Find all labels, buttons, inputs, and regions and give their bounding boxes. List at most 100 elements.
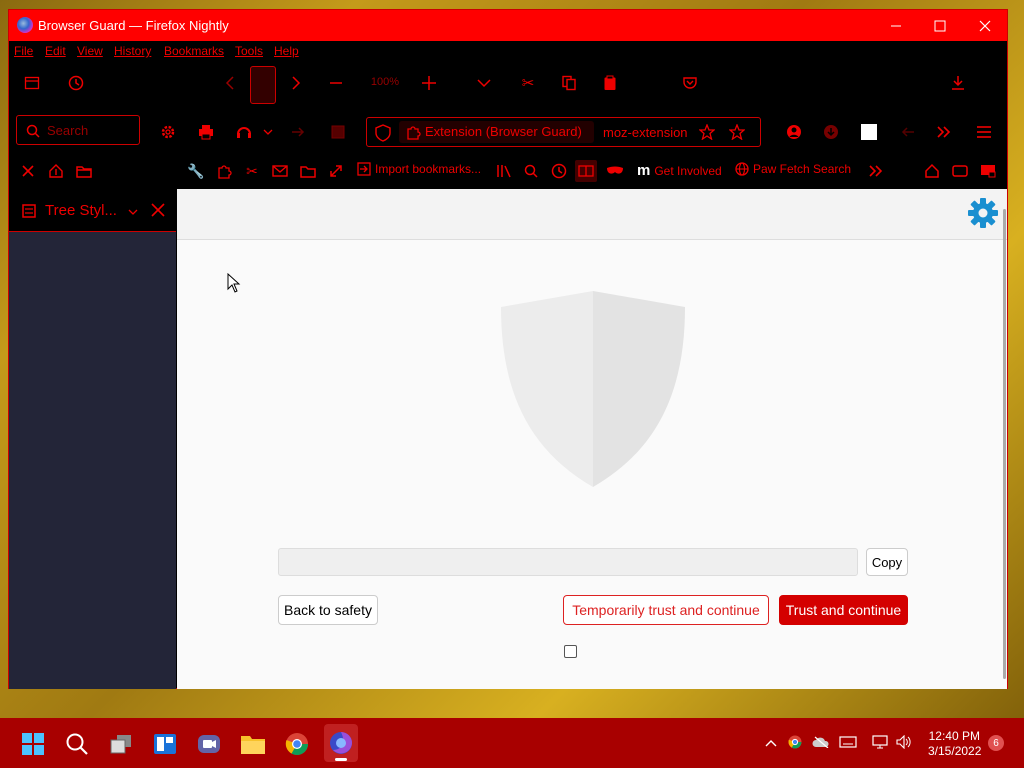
- folder-icon[interactable]: [299, 162, 317, 180]
- menu-tools[interactable]: Tools: [235, 44, 263, 58]
- new-tab-box[interactable]: [250, 66, 276, 104]
- hamburger-menu-icon[interactable]: [975, 123, 993, 141]
- menu-edit[interactable]: Edit: [45, 44, 66, 58]
- scissors-icon[interactable]: ✂: [243, 162, 261, 180]
- clock[interactable]: 12:40 PM 3/15/2022: [928, 729, 982, 759]
- close-icon[interactable]: [19, 162, 37, 180]
- paw-fetch-search-item[interactable]: Paw Fetch Search: [735, 162, 851, 176]
- zoom-out-icon[interactable]: [327, 74, 345, 92]
- minimize-button[interactable]: [873, 10, 919, 41]
- expand-icon[interactable]: [327, 162, 345, 180]
- task-view-icon[interactable]: [108, 731, 134, 757]
- identity-box[interactable]: Extension (Browser Guard): [399, 121, 594, 143]
- menu-file[interactable]: File: [14, 44, 33, 58]
- paste-icon[interactable]: [601, 74, 619, 92]
- chrome-tray-icon[interactable]: [788, 735, 802, 752]
- download-circle-icon[interactable]: [822, 123, 840, 141]
- zoom-in-icon[interactable]: [420, 74, 438, 92]
- maximize-icon: [934, 20, 946, 31]
- scrollbar[interactable]: [1003, 209, 1006, 679]
- chevron-down-icon[interactable]: [262, 126, 274, 138]
- identity-label: Extension (Browser Guard): [425, 124, 582, 139]
- clock-date: 3/15/2022: [928, 744, 982, 758]
- file-explorer-icon[interactable]: [240, 731, 266, 757]
- import-bookmarks-item[interactable]: Import bookmarks...: [357, 162, 481, 176]
- gear-icon[interactable]: [159, 123, 177, 141]
- copy-icon[interactable]: [560, 74, 578, 92]
- mask-icon[interactable]: [606, 162, 624, 180]
- windows-start-icon[interactable]: [20, 731, 46, 757]
- menu-history[interactable]: History: [114, 44, 151, 58]
- pocket-icon[interactable]: [681, 74, 699, 92]
- firefox-nightly-taskbar-icon[interactable]: [324, 724, 358, 762]
- library-icon[interactable]: [495, 162, 513, 180]
- redo-arrow-icon[interactable]: [289, 123, 307, 141]
- menu-bookmarks[interactable]: Bookmarks: [164, 44, 224, 58]
- title-bar: Browser Guard — Firefox Nightly: [9, 10, 1007, 41]
- search-box[interactable]: Search: [16, 115, 140, 145]
- import-icon: [357, 162, 371, 176]
- maximize-button[interactable]: [917, 10, 963, 41]
- back-arrow-icon[interactable]: [221, 74, 239, 92]
- clock-icon[interactable]: [550, 162, 568, 180]
- get-involved-label: Get Involved: [654, 163, 722, 178]
- chevron-up-icon[interactable]: [765, 736, 777, 750]
- settings-gear-icon[interactable]: [967, 197, 999, 234]
- network-icon[interactable]: [872, 735, 888, 752]
- bookmark-star-icon[interactable]: [698, 123, 716, 145]
- screenshot-icon[interactable]: [329, 123, 347, 141]
- teams-chat-icon[interactable]: [196, 731, 222, 757]
- chrome-icon[interactable]: [284, 731, 310, 757]
- notification-badge[interactable]: 6: [988, 735, 1004, 751]
- cut-icon[interactable]: ✂: [519, 74, 537, 92]
- home-upload-icon[interactable]: [47, 162, 65, 180]
- trust-and-continue-button[interactable]: Trust and continue: [779, 595, 908, 625]
- mail-icon[interactable]: [271, 162, 289, 180]
- home-icon[interactable]: [923, 162, 941, 180]
- keyboard-icon[interactable]: [839, 736, 857, 751]
- wrench-icon[interactable]: 🔧: [187, 162, 205, 180]
- puzzle-icon[interactable]: [215, 162, 233, 180]
- overflow-chevrons-icon[interactable]: [867, 162, 885, 180]
- onedrive-icon[interactable]: [812, 736, 830, 751]
- zoom-level[interactable]: 100%: [367, 74, 403, 90]
- search-icon[interactable]: [522, 162, 540, 180]
- active-indicator: [335, 758, 347, 761]
- search-icon[interactable]: [64, 731, 90, 757]
- blocked-url-field[interactable]: [278, 548, 858, 576]
- volume-icon[interactable]: [896, 734, 912, 752]
- forward-arrow-icon[interactable]: [287, 74, 305, 92]
- back-to-safety-button[interactable]: Back to safety: [278, 595, 378, 625]
- copy-button[interactable]: Copy: [866, 548, 908, 576]
- account-icon[interactable]: [785, 123, 803, 141]
- paw-fetch-search-label: Paw Fetch Search: [753, 162, 852, 176]
- menu-help[interactable]: Help: [274, 44, 299, 58]
- sidebar: Tree Styl...: [9, 189, 176, 689]
- close-window-button[interactable]: [962, 10, 1008, 41]
- folder-icon[interactable]: [75, 162, 93, 180]
- remember-checkbox[interactable]: [564, 645, 577, 658]
- sidebar-toggle-icon[interactable]: [23, 74, 41, 92]
- browser-window: Browser Guard — Firefox Nightly File Edi…: [8, 9, 1008, 689]
- container-tab-icon[interactable]: [979, 162, 997, 180]
- url-text[interactable]: moz-extension: [603, 125, 693, 140]
- widgets-icon[interactable]: [152, 731, 178, 757]
- headphones-icon[interactable]: [235, 123, 253, 141]
- star-icon[interactable]: [728, 123, 746, 145]
- url-bar[interactable]: Extension (Browser Guard) moz-extension: [366, 117, 761, 147]
- menu-view[interactable]: View: [77, 44, 103, 58]
- get-involved-item[interactable]: m Get Involved: [637, 162, 722, 179]
- overflow-chevrons-icon[interactable]: [935, 123, 953, 141]
- white-square-icon[interactable]: [861, 124, 877, 140]
- sidebar-title[interactable]: Tree Styl...: [45, 202, 117, 219]
- back-arrow-icon[interactable]: [899, 123, 917, 141]
- reader-view-icon[interactable]: [575, 160, 597, 182]
- firefox-nightly-icon: [17, 17, 33, 33]
- temporarily-trust-button[interactable]: Temporarily trust and continue: [563, 595, 769, 625]
- chevron-down-icon[interactable]: [475, 74, 493, 92]
- history-icon[interactable]: [67, 74, 85, 92]
- window-icon[interactable]: [951, 162, 969, 180]
- print-icon[interactable]: [197, 123, 215, 141]
- close-sidebar-button[interactable]: [151, 203, 165, 222]
- downloads-icon[interactable]: [949, 74, 967, 92]
